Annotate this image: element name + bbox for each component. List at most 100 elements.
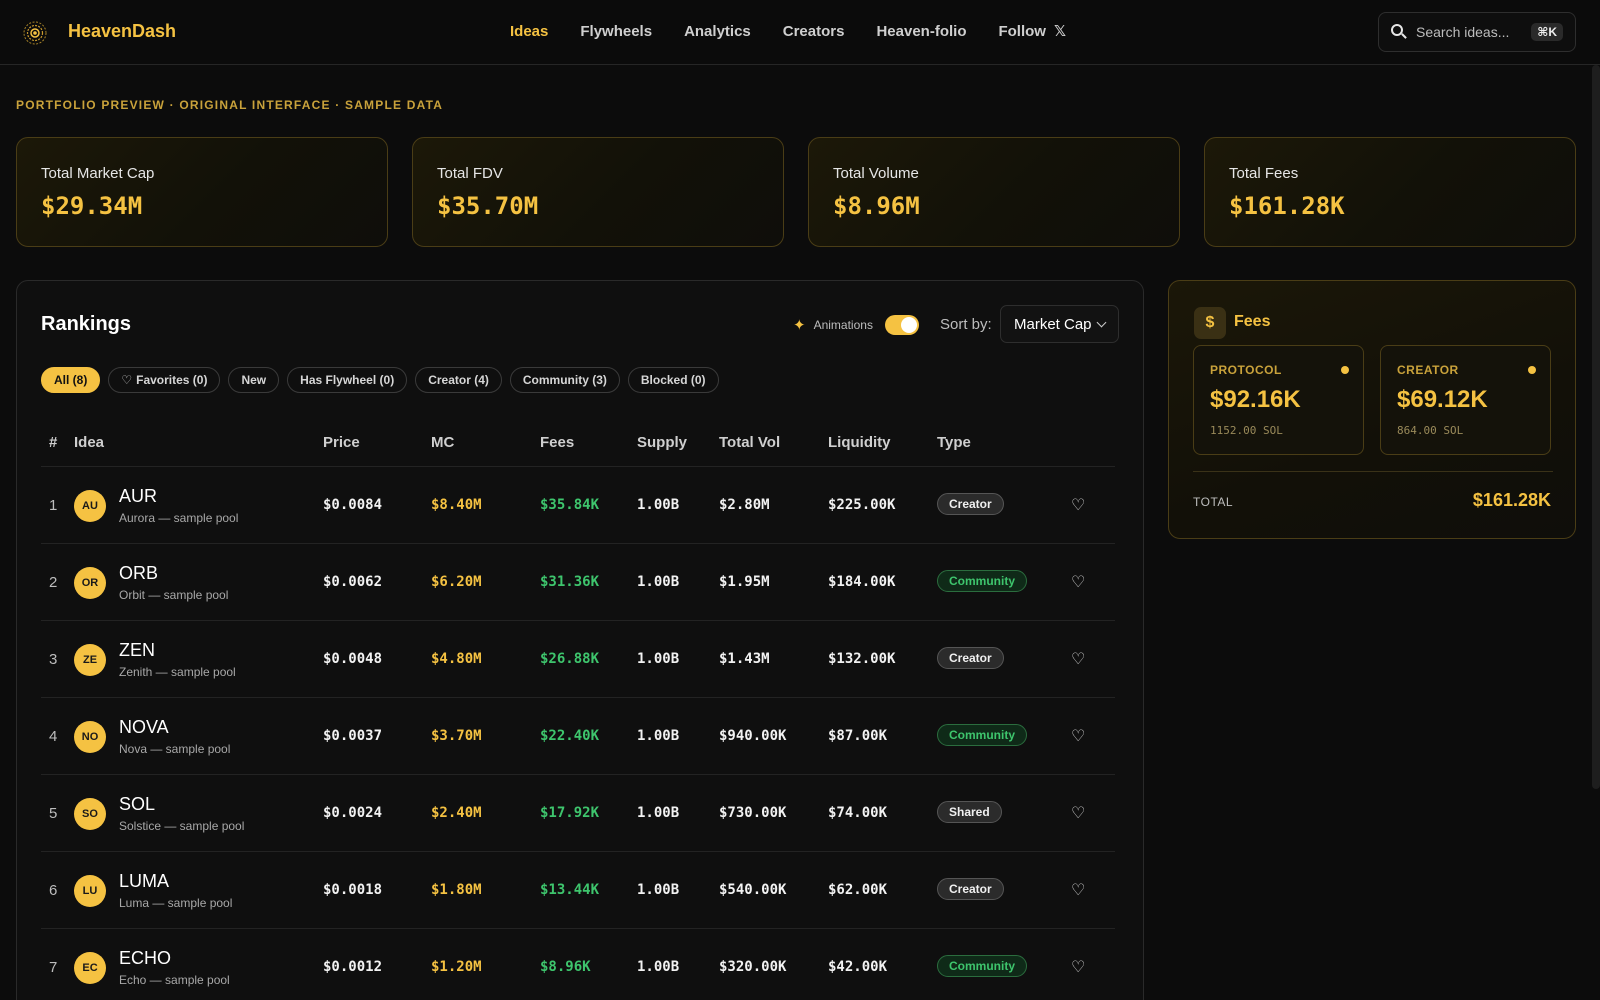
table-row[interactable]: 4 NO NOVA Nova — sample pool $0.0037 $3.70M $2…	[41, 698, 1115, 775]
token-avatar: LU	[74, 875, 106, 907]
mc-cell: $3.70M	[431, 728, 482, 744]
top-navbar: HeavenDash Ideas Flywheels Analytics Cre…	[0, 0, 1600, 65]
sunburst-logo-icon[interactable]	[22, 20, 48, 46]
fees-cell: $26.88K	[540, 651, 600, 667]
rank-number: 5	[49, 805, 58, 822]
token-name: Nova — sample pool	[119, 742, 231, 756]
column-header-type[interactable]: Type	[937, 434, 971, 451]
token-symbol[interactable]: ECHO	[119, 948, 171, 969]
liquidity-cell: $132.00K	[828, 651, 896, 667]
table-row[interactable]: 1 AU AUR Aurora — sample pool $0.0084 $8.40M $…	[41, 467, 1115, 544]
favorite-heart-icon[interactable]: ♡	[1071, 649, 1085, 669]
stat-value: $8.96M	[833, 192, 920, 220]
fees-title: Fees	[1234, 313, 1271, 330]
filter-has-flywheel[interactable]: Has Flywheel (0)	[287, 367, 408, 393]
column-header-fees[interactable]: Fees	[540, 434, 574, 451]
table-row[interactable]: 5 SO SOL Solstice — sample pool $0.0024 $2.40…	[41, 775, 1115, 852]
column-header-idea[interactable]: Idea	[74, 434, 104, 451]
chevron-down-icon	[1096, 317, 1106, 327]
table-row[interactable]: 7 EC ECHO Echo — sample pool $0.0012 $1.20M $8…	[41, 929, 1115, 1000]
column-header-total-vol[interactable]: Total Vol	[719, 434, 780, 451]
nav-flywheels[interactable]: Flywheels	[580, 22, 652, 40]
chip-label: All (8)	[54, 373, 88, 387]
price-cell: $0.0084	[323, 497, 383, 513]
total-vol-cell: $1.43M	[719, 651, 770, 667]
favorite-heart-icon[interactable]: ♡	[1071, 495, 1085, 515]
nav-analytics[interactable]: Analytics	[684, 22, 751, 40]
price-cell: $0.0024	[323, 805, 383, 821]
column-header-supply[interactable]: Supply	[637, 434, 687, 451]
search-input[interactable]	[1416, 24, 1526, 40]
nav-label: Heaven-folio	[876, 22, 967, 40]
status-dot	[1341, 366, 1349, 374]
filter-blocked[interactable]: Blocked (0)	[627, 367, 719, 393]
sort-value: Market Cap	[1014, 315, 1092, 333]
stat-card-fees: Total Fees $161.28K	[1204, 137, 1576, 247]
token-avatar: EC	[74, 952, 106, 984]
token-symbol[interactable]: SOL	[119, 794, 155, 815]
fees-total-value: $161.28K	[1472, 490, 1551, 510]
stat-label: Total Fees	[1229, 165, 1299, 182]
column-header-rank: #	[49, 434, 58, 451]
chip-label: New	[241, 373, 267, 387]
filter-favorites[interactable]: ♡ Favorites (0)	[108, 367, 221, 393]
table-row[interactable]: 3 ZE ZEN Zenith — sample pool $0.0048 $4.80M $…	[41, 621, 1115, 698]
table-row[interactable]: 6 LU LUMA Luma — sample pool $0.0018 $1.80M $1…	[41, 852, 1115, 929]
filter-creator[interactable]: Creator (4)	[415, 367, 502, 393]
liquidity-cell: $62.00K	[828, 882, 888, 898]
token-symbol[interactable]: ZEN	[119, 640, 155, 661]
liquidity-cell: $87.00K	[828, 728, 888, 744]
token-symbol[interactable]: ORB	[119, 563, 158, 584]
token-symbol[interactable]: AUR	[119, 486, 157, 507]
favorite-heart-icon[interactable]: ♡	[1071, 726, 1085, 746]
filter-all[interactable]: All (8)	[41, 367, 101, 393]
type-badge: Creator	[937, 493, 1004, 515]
stat-label: Total Volume	[833, 165, 919, 182]
animations-toggle[interactable]	[884, 315, 919, 335]
mc-cell: $4.80M	[431, 651, 482, 667]
supply-cell: 1.00B	[637, 805, 680, 821]
supply-cell: 1.00B	[637, 728, 680, 744]
search-box[interactable]: ⌘K	[1378, 12, 1576, 52]
favorite-heart-icon[interactable]: ♡	[1071, 880, 1085, 900]
sort-label: Sort by:	[940, 316, 992, 333]
animations-control: ✦ Animations	[793, 315, 919, 335]
favorite-heart-icon[interactable]: ♡	[1071, 803, 1085, 823]
type-badge: Creator	[937, 878, 1004, 900]
token-name: Orbit — sample pool	[119, 588, 229, 602]
fee-sol-amount: 1152.00 SOL	[1210, 424, 1283, 437]
stat-card-fdv: Total FDV $35.70M	[412, 137, 784, 247]
nav-ideas[interactable]: Ideas	[510, 22, 548, 40]
token-symbol[interactable]: LUMA	[119, 871, 169, 892]
filter-community[interactable]: Community (3)	[509, 367, 620, 393]
price-cell: $0.0062	[323, 574, 383, 590]
nav-heaven-folio[interactable]: Heaven-folio	[876, 22, 966, 40]
nav-follow[interactable]: Follow 𝕏	[998, 22, 1067, 41]
table-row[interactable]: 2 OR ORB Orbit — sample pool $0.0062 $6.20M $3…	[41, 544, 1115, 621]
sort-dropdown[interactable]: Market Cap	[1000, 305, 1119, 343]
nav-creators[interactable]: Creators	[783, 22, 845, 40]
filter-new[interactable]: New	[228, 367, 280, 393]
total-vol-cell: $540.00K	[719, 882, 787, 898]
column-header-liquidity[interactable]: Liquidity	[828, 434, 891, 451]
rank-number: 7	[49, 959, 58, 976]
token-name: Solstice — sample pool	[119, 819, 245, 833]
price-cell: $0.0012	[323, 959, 383, 975]
column-header-mc[interactable]: MC	[431, 434, 454, 451]
type-badge: Creator	[937, 647, 1004, 669]
brand-name[interactable]: HeavenDash	[68, 21, 176, 42]
favorite-heart-icon[interactable]: ♡	[1071, 957, 1085, 977]
page-scrollbar[interactable]	[1592, 65, 1600, 789]
price-cell: $0.0018	[323, 882, 383, 898]
column-header-price[interactable]: Price	[323, 434, 360, 451]
mc-cell: $1.20M	[431, 959, 482, 975]
type-badge: Community	[937, 724, 1027, 746]
mc-cell: $8.40M	[431, 497, 482, 513]
stat-value: $35.70M	[437, 192, 539, 220]
fees-cell: $31.36K	[540, 574, 600, 590]
favorite-heart-icon[interactable]: ♡	[1071, 572, 1085, 592]
token-symbol[interactable]: NOVA	[119, 717, 169, 738]
x-logo-icon: 𝕏	[1053, 23, 1067, 40]
main-nav: Ideas Flywheels Analytics Creators Heave…	[510, 22, 1098, 41]
stat-label: Total FDV	[437, 165, 503, 182]
